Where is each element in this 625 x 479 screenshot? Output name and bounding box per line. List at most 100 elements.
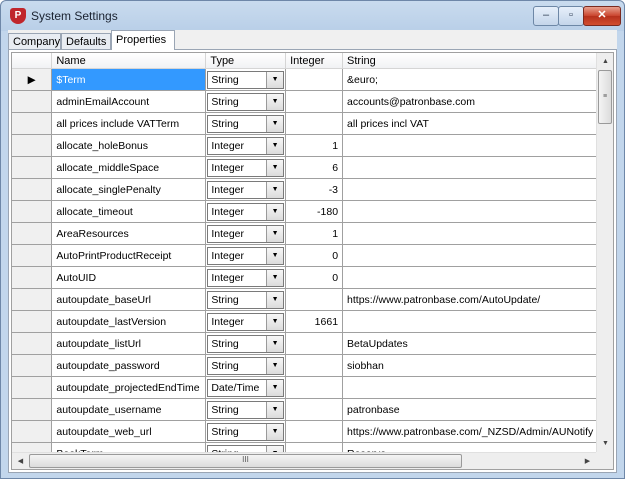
- integer-cell[interactable]: [285, 332, 344, 355]
- row-selector[interactable]: [12, 156, 53, 179]
- scroll-down-arrow-icon[interactable]: ▼: [597, 435, 613, 452]
- table-row[interactable]: all prices include VATTerm String ▼ all pri…: [12, 112, 613, 135]
- string-cell[interactable]: siobhan: [342, 354, 613, 377]
- tab-defaults[interactable]: Defaults: [61, 33, 111, 49]
- row-selector[interactable]: [12, 112, 53, 135]
- name-cell[interactable]: AutoPrintProductReceipt: [51, 244, 207, 267]
- table-row[interactable]: ▶ $Term String ▼ &euro;: [12, 68, 613, 91]
- type-cell[interactable]: String ▼: [205, 288, 287, 311]
- horizontal-scroll-thumb[interactable]: III: [29, 454, 462, 468]
- integer-cell[interactable]: [285, 288, 344, 311]
- string-cell[interactable]: [342, 244, 613, 267]
- string-cell[interactable]: all prices incl VAT: [342, 112, 613, 135]
- name-cell[interactable]: adminEmailAccount: [51, 90, 207, 113]
- type-dropdown[interactable]: Integer ▼: [207, 246, 285, 265]
- scroll-up-arrow-icon[interactable]: ▲: [597, 53, 613, 70]
- chevron-down-icon[interactable]: ▼: [266, 401, 284, 418]
- type-cell[interactable]: String ▼: [205, 332, 287, 355]
- name-cell[interactable]: autoupdate_password: [51, 354, 207, 377]
- string-cell[interactable]: [342, 178, 613, 201]
- type-cell[interactable]: String ▼: [205, 420, 287, 443]
- type-dropdown[interactable]: String ▼: [207, 290, 285, 309]
- vertical-scroll-thumb[interactable]: ≡: [598, 70, 612, 124]
- table-row[interactable]: autoupdate_username String ▼ patronbase: [12, 398, 613, 421]
- row-selector[interactable]: [12, 178, 53, 201]
- table-row[interactable]: autoupdate_lastVersion Integer ▼ 1661: [12, 310, 613, 333]
- minimize-button[interactable]: ‒: [533, 6, 559, 26]
- string-cell[interactable]: [342, 266, 613, 289]
- string-cell[interactable]: patronbase: [342, 398, 613, 421]
- type-cell[interactable]: Integer ▼: [205, 266, 287, 289]
- type-dropdown[interactable]: String ▼: [207, 70, 285, 89]
- integer-cell[interactable]: 6: [285, 156, 344, 179]
- string-cell[interactable]: accounts@patronbase.com: [342, 90, 613, 113]
- chevron-down-icon[interactable]: ▼: [266, 379, 284, 396]
- chevron-down-icon[interactable]: ▼: [266, 291, 284, 308]
- chevron-down-icon[interactable]: ▼: [266, 423, 284, 440]
- name-cell[interactable]: autoupdate_listUrl: [51, 332, 207, 355]
- chevron-down-icon[interactable]: ▼: [266, 335, 284, 352]
- type-dropdown[interactable]: Integer ▼: [207, 158, 285, 177]
- type-dropdown[interactable]: String ▼: [207, 114, 285, 133]
- table-row[interactable]: autoupdate_password String ▼ siobhan: [12, 354, 613, 377]
- type-cell[interactable]: String ▼: [205, 68, 287, 91]
- chevron-down-icon[interactable]: ▼: [266, 225, 284, 242]
- type-dropdown[interactable]: Integer ▼: [207, 202, 285, 221]
- table-row[interactable]: autoupdate_web_url String ▼ https://www.pat…: [12, 420, 613, 443]
- name-cell[interactable]: allocate_singlePenalty: [51, 178, 207, 201]
- name-cell[interactable]: autoupdate_web_url: [51, 420, 207, 443]
- string-cell[interactable]: [342, 222, 613, 245]
- chevron-down-icon[interactable]: ▼: [266, 115, 284, 132]
- chevron-down-icon[interactable]: ▼: [266, 269, 284, 286]
- row-selector[interactable]: [12, 244, 53, 267]
- name-cell[interactable]: AutoUID: [51, 266, 207, 289]
- string-cell[interactable]: https://www.patronbase.com/AutoUpdate/: [342, 288, 613, 311]
- row-selector[interactable]: [12, 266, 53, 289]
- title-bar[interactable]: P System Settings ‒ ▫ ✕: [1, 1, 624, 29]
- integer-cell[interactable]: [285, 420, 344, 443]
- scroll-left-arrow-icon[interactable]: ◀: [12, 453, 29, 469]
- table-row[interactable]: AreaResources Integer ▼ 1: [12, 222, 613, 245]
- type-dropdown[interactable]: String ▼: [207, 422, 285, 441]
- type-cell[interactable]: String ▼: [205, 354, 287, 377]
- integer-cell[interactable]: 0: [285, 266, 344, 289]
- row-selector[interactable]: [12, 200, 53, 223]
- chevron-down-icon[interactable]: ▼: [266, 203, 284, 220]
- integer-cell[interactable]: [285, 376, 344, 399]
- chevron-down-icon[interactable]: ▼: [266, 159, 284, 176]
- row-selector[interactable]: [12, 398, 53, 421]
- type-dropdown[interactable]: String ▼: [207, 92, 285, 111]
- chevron-down-icon[interactable]: ▼: [266, 357, 284, 374]
- string-cell[interactable]: [342, 376, 613, 399]
- integer-cell[interactable]: 1661: [285, 310, 344, 333]
- type-dropdown[interactable]: Integer ▼: [207, 268, 285, 287]
- row-selector[interactable]: [12, 354, 53, 377]
- close-button[interactable]: ✕: [583, 6, 621, 26]
- type-dropdown[interactable]: Integer ▼: [207, 224, 285, 243]
- row-selector[interactable]: [12, 420, 53, 443]
- type-cell[interactable]: Integer ▼: [205, 178, 287, 201]
- table-row[interactable]: allocate_middleSpace Integer ▼ 6: [12, 156, 613, 179]
- type-cell[interactable]: String ▼: [205, 112, 287, 135]
- table-row[interactable]: autoupdate_baseUrl String ▼ https://www.pat…: [12, 288, 613, 311]
- row-selector[interactable]: [12, 288, 53, 311]
- string-cell[interactable]: BetaUpdates: [342, 332, 613, 355]
- row-selector[interactable]: [12, 310, 53, 333]
- chevron-down-icon[interactable]: ▼: [266, 137, 284, 154]
- type-dropdown[interactable]: Date/Time ▼: [207, 378, 285, 397]
- name-cell[interactable]: all prices include VATTerm: [51, 112, 207, 135]
- chevron-down-icon[interactable]: ▼: [266, 181, 284, 198]
- type-cell[interactable]: Integer ▼: [205, 200, 287, 223]
- row-selector[interactable]: [12, 222, 53, 245]
- type-cell[interactable]: String ▼: [205, 398, 287, 421]
- table-row[interactable]: allocate_singlePenalty Integer ▼ -3: [12, 178, 613, 201]
- string-cell[interactable]: &euro;: [342, 68, 613, 91]
- table-row[interactable]: autoupdate_projectedEndTime Date/Time ▼: [12, 376, 613, 399]
- type-dropdown[interactable]: String ▼: [207, 400, 285, 419]
- scroll-right-arrow-icon[interactable]: ▶: [579, 453, 596, 469]
- type-cell[interactable]: Integer ▼: [205, 244, 287, 267]
- column-header-type[interactable]: Type: [205, 53, 287, 69]
- integer-cell[interactable]: [285, 68, 344, 91]
- chevron-down-icon[interactable]: ▼: [266, 247, 284, 264]
- integer-cell[interactable]: [285, 354, 344, 377]
